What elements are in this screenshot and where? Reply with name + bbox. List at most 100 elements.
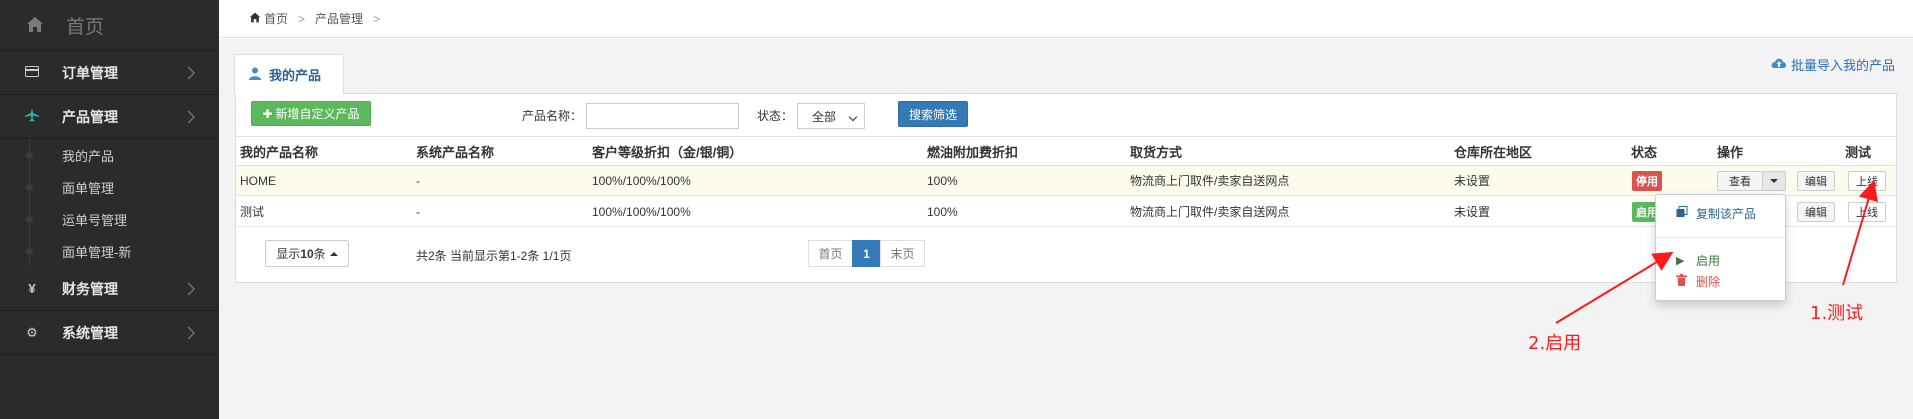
tab-my-products[interactable]: 我的产品 [234, 54, 344, 94]
online-button[interactable]: 上线 [1848, 202, 1886, 222]
page-number: 1 [863, 246, 870, 261]
sidebar-subitem-my-products[interactable]: 我的产品 [0, 139, 219, 171]
add-custom-product-button[interactable]: ✚ 新增自定义产品 [251, 101, 371, 126]
status-select-value: 全部 [812, 109, 837, 124]
online-button-label: 上线 [1856, 207, 1878, 219]
trash-icon [1676, 273, 1690, 289]
sidebar-item-label: 系统管理 [62, 324, 118, 341]
gear-icon: ⚙ [26, 324, 38, 340]
copy-icon [1676, 205, 1690, 221]
first-page-label: 首页 [818, 247, 843, 261]
cell-system-name: - [416, 204, 420, 219]
user-icon [249, 67, 261, 83]
view-button-label: 查看 [1729, 176, 1751, 188]
status-select[interactable]: 全部 [797, 103, 865, 129]
cell-region: 未设置 [1454, 174, 1491, 188]
action-dropdown-menu: 复制该产品 ▶ 启用 删除 [1655, 194, 1786, 301]
subitem-label: 我的产品 [62, 148, 115, 164]
annotation-enable: 2.启用 [1528, 333, 1582, 354]
menu-divider [1656, 237, 1785, 238]
sidebar-item-system[interactable]: ⚙ 系统管理 [0, 311, 219, 355]
cell-discount: 100%/100%/100% [592, 173, 691, 188]
plane-icon [24, 108, 40, 125]
page-size-button[interactable]: 显示 10 条 [265, 240, 349, 267]
view-button[interactable]: 查看 [1717, 171, 1763, 191]
sidebar-subitem-waybill[interactable]: 面单管理 [0, 171, 219, 203]
chevron-down-icon [848, 112, 858, 122]
cell-region: 未设置 [1454, 205, 1491, 219]
status-badge: 停用 [1632, 170, 1662, 191]
edit-button[interactable]: 编辑 [1797, 171, 1835, 191]
sidebar-item-label: 财务管理 [62, 280, 118, 297]
menu-item-enable[interactable]: ▶ 启用 [1656, 250, 1785, 270]
col-header: 测试 [1845, 144, 1872, 160]
yen-icon: ¥ [28, 281, 36, 296]
sidebar-home[interactable]: 首页 [0, 0, 219, 51]
sidebar-item-finance[interactable]: ¥ 财务管理 [0, 267, 219, 311]
col-header: 取货方式 [1130, 144, 1183, 160]
subitem-label: 运单号管理 [62, 212, 128, 228]
status-cell: 停用 [1632, 166, 1662, 195]
batch-import-label: 批量导入我的产品 [1790, 58, 1895, 73]
menu-item-delete[interactable]: 删除 [1656, 271, 1785, 291]
edit-button-label: 编辑 [1805, 207, 1827, 219]
bullet-icon [26, 248, 33, 255]
table-header: 我的产品名称 系统产品名称 客户等级折扣（金/银/铜） 燃油附加费折扣 取货方式… [236, 136, 1896, 166]
breadcrumb-current[interactable]: 产品管理 [315, 10, 363, 27]
col-header: 燃油附加费折扣 [927, 144, 1019, 160]
action-dropdown-toggle[interactable] [1762, 171, 1786, 191]
cell-fuel: 100% [927, 173, 958, 188]
pagination: 首页 1 末页 [808, 240, 925, 267]
last-page-button[interactable]: 末页 [880, 240, 925, 267]
breadcrumb: 首页 > 产品管理 > [219, 0, 1913, 38]
search-filter-button[interactable]: 搜索筛选 [898, 101, 968, 127]
cell-fuel: 100% [927, 204, 958, 219]
col-header: 客户等级折扣（金/银/铜） [592, 144, 743, 160]
first-page-button[interactable]: 首页 [808, 240, 853, 267]
sidebar-subitem-waybill-new[interactable]: 面单管理-新 [0, 235, 219, 267]
subitem-label: 面单管理 [62, 180, 115, 196]
sidebar: 首页 订单管理 产品管理 我的产品 面单管理 运单号管理 面单管理-新 ¥ 财务… [0, 0, 219, 419]
breadcrumb-home[interactable]: 首页 [264, 10, 288, 27]
menu-item-label: 复制该产品 [1696, 206, 1757, 221]
subitem-label: 面单管理-新 [62, 244, 132, 260]
page-size-prefix: 显示 [276, 247, 301, 261]
chevron-right-icon [182, 66, 195, 79]
chevron-right-icon: > [373, 11, 381, 26]
bullet-icon [26, 216, 33, 223]
sidebar-subitem-tracking-number[interactable]: 运单号管理 [0, 203, 219, 235]
sidebar-item-label: 订单管理 [62, 64, 118, 81]
edit-button-label: 编辑 [1805, 176, 1827, 188]
cell-pickup: 物流商上门取件/卖家自送网点 [1130, 205, 1290, 219]
cloud-upload-icon [1771, 57, 1787, 72]
col-header: 我的产品名称 [240, 144, 319, 160]
sidebar-submenu: 我的产品 面单管理 运单号管理 面单管理-新 [0, 139, 219, 267]
chevron-right-icon [182, 282, 195, 295]
card-icon [24, 65, 40, 80]
annotation-test: 1.测试 [1810, 303, 1864, 324]
chevron-right-icon [182, 110, 195, 123]
last-page-label: 末页 [890, 247, 915, 261]
sidebar-item-products[interactable]: 产品管理 [0, 95, 219, 139]
sidebar-home-label: 首页 [66, 16, 105, 38]
col-header: 系统产品名称 [416, 144, 495, 160]
caret-up-icon [329, 251, 338, 256]
batch-import-link[interactable]: 批量导入我的产品 [1771, 55, 1895, 74]
page-size-suffix: 条 [313, 247, 326, 261]
bullet-icon [26, 184, 33, 191]
plus-icon: ✚ [262, 106, 273, 121]
menu-item-copy[interactable]: 复制该产品 [1656, 203, 1785, 223]
product-name-label: 产品名称： [522, 109, 583, 123]
product-name-input[interactable] [586, 103, 739, 129]
edit-button[interactable]: 编辑 [1797, 202, 1835, 222]
add-button-label: 新增自定义产品 [275, 107, 360, 121]
page-button-current[interactable]: 1 [852, 240, 881, 267]
online-button[interactable]: 上线 [1848, 171, 1886, 191]
online-button-label: 上线 [1856, 176, 1878, 188]
menu-item-label: 启用 [1696, 253, 1721, 268]
page-size-value: 10 [300, 246, 314, 261]
sidebar-item-label: 产品管理 [62, 108, 118, 125]
sidebar-item-orders[interactable]: 订单管理 [0, 51, 219, 95]
pagination-summary: 共2条 当前显示第1-2条 1/1页 [416, 249, 572, 263]
cell-system-name: - [416, 173, 420, 188]
